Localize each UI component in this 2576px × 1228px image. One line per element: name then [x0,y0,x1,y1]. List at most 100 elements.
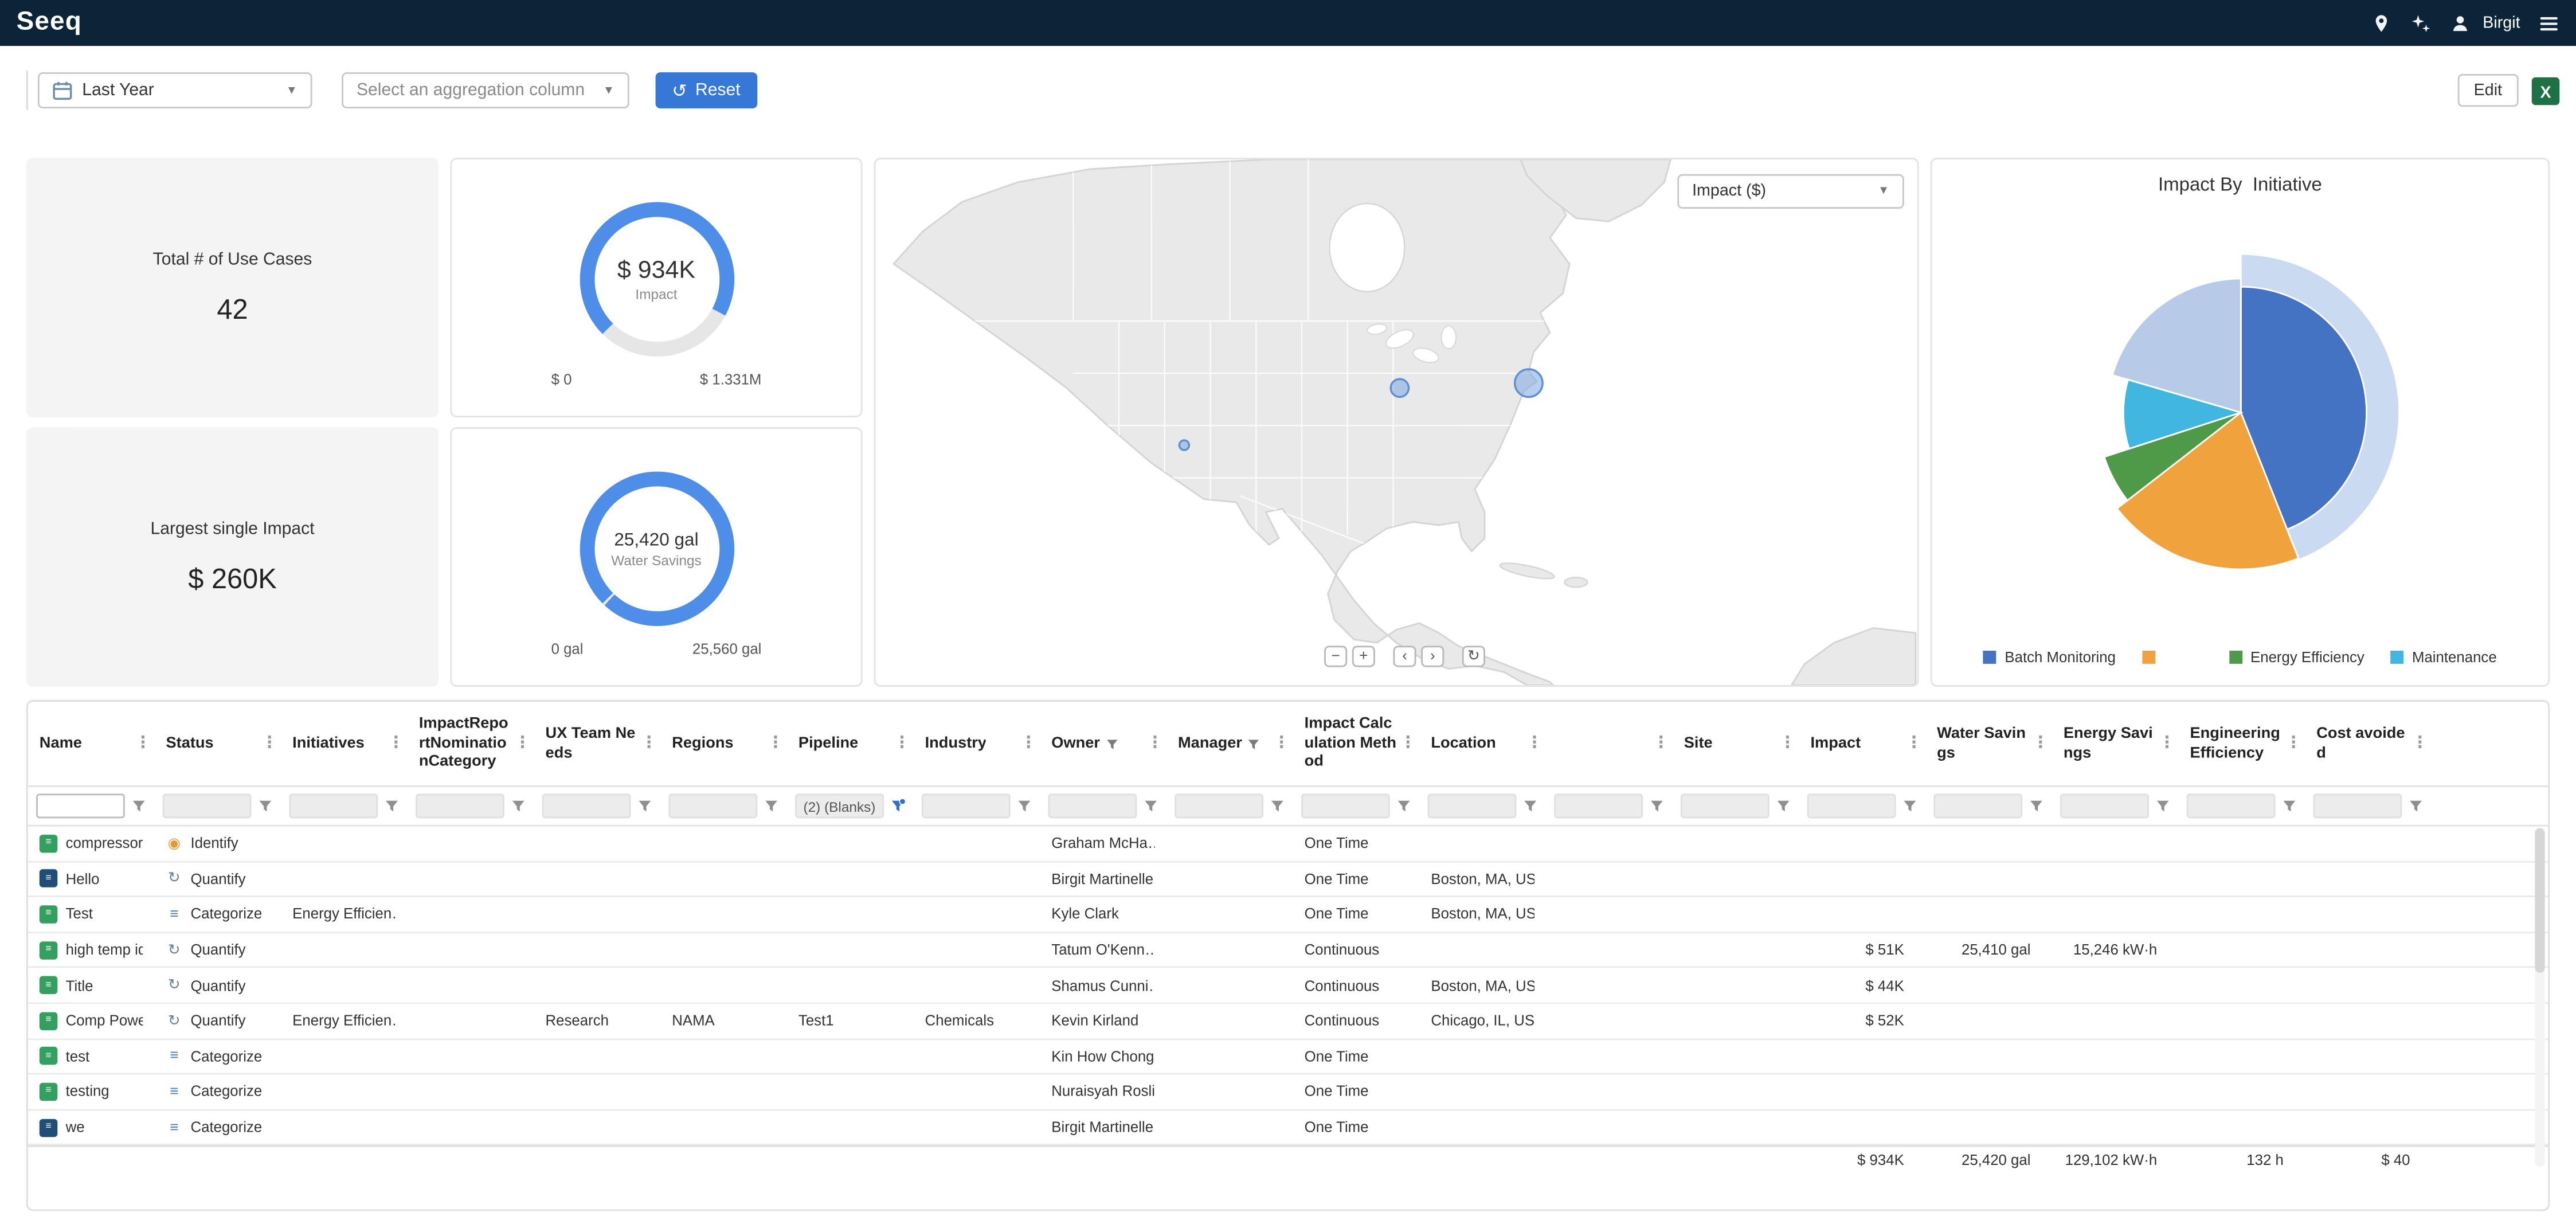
filter-funnel-icon[interactable] [2282,799,2297,814]
column-header-energy[interactable]: Energy Savings ⋮ [2052,702,2179,785]
filter-funnel-icon[interactable] [1902,799,1917,814]
table-row[interactable]: ≡compressor◉IdentifyGraham McHa…One Time [28,827,2548,862]
seeq-logo[interactable]: Seeq [17,8,82,38]
column-menu-icon[interactable]: ⋮ [894,734,909,753]
column-header-ux_team_needs[interactable]: UX Team Needs ⋮ [534,702,660,785]
legend-item[interactable]: Batch Monitoring [1983,649,2116,666]
column-header-impact_report[interactable]: ImpactReportNominationCategory ⋮ [408,702,534,785]
filter-funnel-icon[interactable] [1650,799,1665,814]
filter-input-site[interactable] [1681,793,1769,818]
filter-funnel-icon[interactable] [637,799,652,814]
vertical-scrollbar[interactable] [2535,828,2544,1167]
date-range-select[interactable]: Last Year ▼ [38,72,312,108]
filter-funnel-icon[interactable] [1776,799,1791,814]
column-header-eng_eff[interactable]: Engineering Efficiency ⋮ [2178,702,2305,785]
filter-funnel-icon[interactable] [1396,799,1411,814]
column-menu-icon[interactable]: ⋮ [1653,734,1667,753]
filter-input-energy[interactable] [2060,793,2149,818]
excel-export-icon[interactable]: X [2532,76,2560,104]
column-menu-icon[interactable]: ⋮ [261,734,276,753]
column-menu-icon[interactable]: ⋮ [135,734,150,753]
filter-input-manager[interactable] [1175,793,1263,818]
filter-funnel-icon[interactable] [258,799,273,814]
header-filter-icon[interactable] [1105,737,1118,750]
column-header-impact[interactable]: Impact ⋮ [1799,702,1925,785]
filter-input-blank[interactable] [1554,793,1643,818]
table-row[interactable]: ≡Title↻QuantifyShamus Cunni…ContinuousBo… [28,968,2548,1004]
filter-funnel-icon[interactable] [1523,799,1538,814]
column-header-water[interactable]: Water Savings ⋮ [1925,702,2052,785]
filter-funnel-icon[interactable] [131,799,146,814]
filter-input-water[interactable] [1933,793,2022,818]
map-reset-button[interactable]: ↻ [1462,646,1485,667]
column-header-manager[interactable]: Manager ⋮ [1166,702,1293,785]
column-menu-icon[interactable]: ⋮ [387,734,402,753]
filter-funnel-icon[interactable] [511,799,526,814]
filter-funnel-icon[interactable] [2409,799,2424,814]
legend-item[interactable] [2142,651,2203,664]
column-menu-icon[interactable]: ⋮ [1400,734,1415,753]
filter-input-eng_eff[interactable] [2187,793,2276,818]
column-header-site[interactable]: Site ⋮ [1673,702,1799,785]
legend-item[interactable]: Energy Efficiency [2229,649,2364,666]
north-america-map[interactable] [876,159,1917,685]
column-menu-icon[interactable]: ⋮ [641,734,656,753]
filter-input-pipeline[interactable]: (2) (Blanks) [795,793,884,818]
column-header-impact_calc[interactable]: Impact Calculation Method ⋮ [1293,702,1420,785]
hamburger-menu-icon[interactable] [2538,12,2559,33]
column-header-status[interactable]: Status ⋮ [154,702,281,785]
column-menu-icon[interactable]: ⋮ [1906,734,1921,753]
filter-input-name[interactable] [36,793,125,818]
zoom-in-button[interactable]: + [1352,646,1375,667]
column-header-name[interactable]: Name ⋮ [28,702,155,785]
filter-input-status[interactable] [163,793,252,818]
table-row[interactable]: ≡Test≡CategorizeEnergy Efficien…Kyle Cla… [28,897,2548,933]
column-menu-icon[interactable]: ⋮ [1147,734,1162,753]
aggregation-column-select[interactable]: Select an aggregation column ▼ [342,72,629,108]
filter-input-impact[interactable] [1807,793,1896,818]
column-menu-icon[interactable]: ⋮ [1779,734,1794,753]
column-menu-icon[interactable]: ⋮ [767,734,782,753]
filter-input-location[interactable] [1428,793,1517,818]
reset-button[interactable]: ↺ Reset [656,72,757,108]
table-row[interactable]: ≡Comp Power↻QuantifyEnergy Efficien…Rese… [28,1004,2548,1039]
sparkles-icon[interactable] [2410,12,2432,33]
filter-funnel-icon[interactable] [385,799,400,814]
filter-input-impact_report[interactable] [416,793,504,818]
column-menu-icon[interactable]: ⋮ [2285,734,2300,753]
filter-input-ux_team_needs[interactable] [542,793,631,818]
filter-funnel-icon[interactable] [2155,799,2170,814]
filter-funnel-icon[interactable] [1144,799,1158,814]
scrollbar-thumb[interactable] [2535,828,2544,973]
map-marker[interactable] [1515,369,1543,397]
filter-input-regions[interactable] [669,793,758,818]
filter-input-initiatives[interactable] [289,793,378,818]
column-menu-icon[interactable]: ⋮ [514,734,529,753]
filter-funnel-icon[interactable] [764,799,779,814]
user-icon[interactable] [2450,12,2471,33]
filter-funnel-icon[interactable] [2029,799,2044,814]
column-header-cost_avoided[interactable]: Cost avoided ⋮ [2305,702,2432,785]
column-header-pipeline[interactable]: Pipeline ⋮ [787,702,914,785]
filter-funnel-icon[interactable] [1017,799,1032,814]
table-row[interactable]: ≡high temp id↻QuantifyTatum O'Kenn…Conti… [28,933,2548,968]
header-filter-icon[interactable] [1247,737,1260,750]
column-header-blank[interactable]: ⋮ [1546,702,1673,785]
column-menu-icon[interactable]: ⋮ [2411,734,2426,753]
filter-input-impact_calc[interactable] [1301,793,1390,818]
table-row[interactable]: ≡test≡CategorizeKin How ChongOne Time [28,1039,2548,1075]
filter-input-industry[interactable] [922,793,1011,818]
map-metric-select[interactable]: Impact ($) ▼ [1677,174,1904,209]
column-menu-icon[interactable]: ⋮ [2159,734,2174,753]
table-row[interactable]: ≡we≡CategorizeBirgit MartinelleOne Time [28,1110,2548,1146]
column-header-industry[interactable]: Industry ⋮ [914,702,1040,785]
legend-item[interactable]: Maintenance [2391,649,2497,666]
filter-input-owner[interactable] [1048,793,1137,818]
column-menu-icon[interactable]: ⋮ [2032,734,2047,753]
column-header-owner[interactable]: Owner ⋮ [1040,702,1166,785]
column-header-regions[interactable]: Regions ⋮ [660,702,787,785]
edit-button[interactable]: Edit [2457,74,2519,107]
zoom-out-button[interactable]: − [1324,646,1347,667]
pan-left-button[interactable]: ‹ [1393,646,1416,667]
user-name[interactable]: Birgit [2483,14,2520,32]
